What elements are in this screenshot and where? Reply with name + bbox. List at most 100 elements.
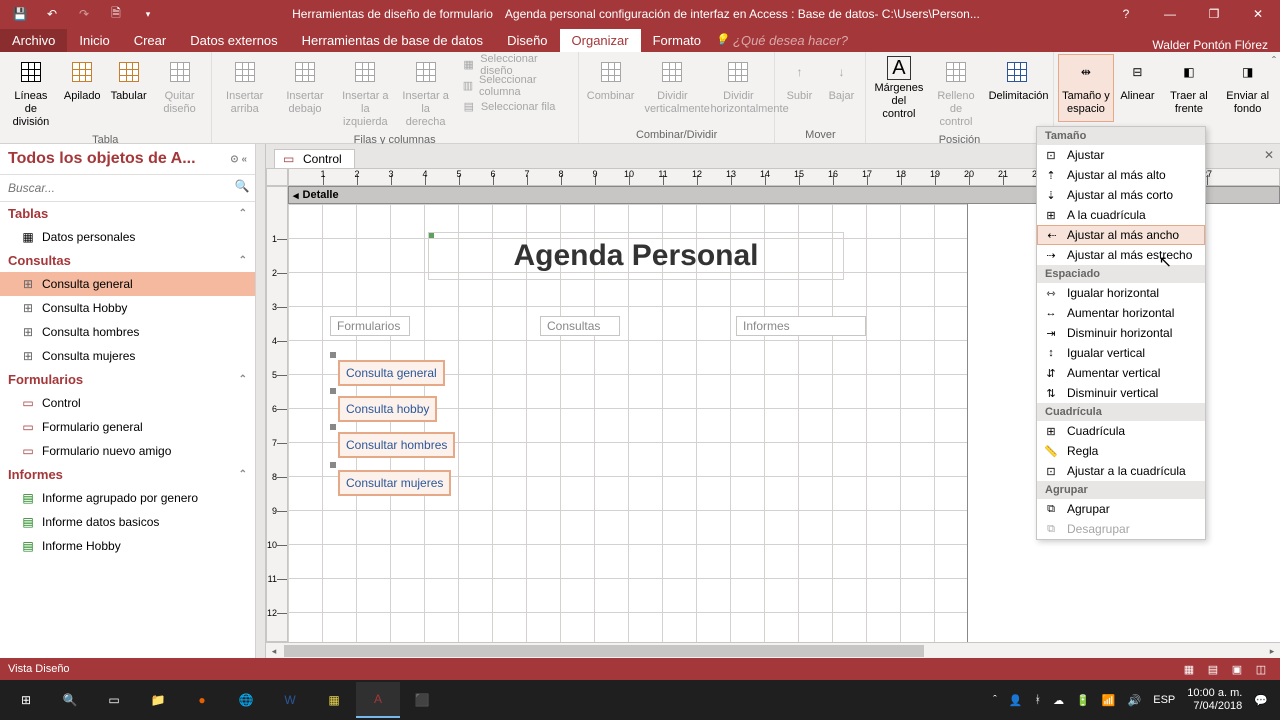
menu-increase-h[interactable]: ↔Aumentar horizontal [1037, 303, 1205, 323]
menu-snap-grid[interactable]: ⊡Ajustar a la cuadrícula [1037, 461, 1205, 481]
file-explorer-button[interactable]: 📁 [136, 682, 180, 718]
menu-to-grid[interactable]: ⊞A la cuadrícula [1037, 205, 1205, 225]
menu-decrease-v[interactable]: ⇅Disminuir vertical [1037, 383, 1205, 403]
onedrive-icon[interactable]: ☁ [1053, 694, 1064, 707]
button-control[interactable]: Consultar hombres [338, 432, 455, 458]
nav-item-report[interactable]: ▤Informe datos basicos [0, 510, 255, 534]
menu-widest[interactable]: ⇠Ajustar al más ancho [1037, 225, 1205, 245]
tell-me-search[interactable]: ¿Qué desea hacer? [713, 29, 860, 52]
tab-home[interactable]: Inicio [67, 29, 121, 52]
label-control[interactable]: Consultas [540, 316, 620, 336]
design-view-button[interactable]: ◫ [1250, 660, 1272, 678]
label-control[interactable]: Formularios [330, 316, 410, 336]
scroll-thumb[interactable] [284, 645, 924, 657]
form-detail-section[interactable]: Agenda Personal Formularios Consultas In… [288, 204, 968, 642]
ruler-vertical[interactable]: 123456789101112 [266, 186, 288, 642]
size-space-button[interactable]: ⇹Tamaño y espacio [1058, 54, 1115, 122]
tab-external[interactable]: Datos externos [178, 29, 289, 52]
form-title-label[interactable]: Agenda Personal [428, 232, 844, 280]
people-icon[interactable]: 👤 [1009, 694, 1023, 707]
wifi-icon[interactable]: 📶 [1102, 694, 1116, 707]
menu-group[interactable]: ⧉Agrupar [1037, 499, 1205, 519]
notes-button[interactable]: ▦ [312, 682, 356, 718]
selection-handle[interactable] [330, 462, 336, 468]
menu-decrease-h[interactable]: ⇥Disminuir horizontal [1037, 323, 1205, 343]
navpane-toggle[interactable] [256, 144, 266, 658]
layout-view-button[interactable]: ▣ [1226, 660, 1248, 678]
search-input[interactable] [4, 179, 233, 197]
nav-item-form[interactable]: ▭Formulario nuevo amigo [0, 439, 255, 463]
menu-equal-v[interactable]: ↕Igualar vertical [1037, 343, 1205, 363]
gridlines-button[interactable]: Líneas de división [4, 54, 58, 132]
nav-dropdown-icon[interactable]: ⊙ « [230, 154, 247, 165]
tabular-button[interactable]: Tabular [107, 54, 151, 122]
search-icon[interactable]: 🔍 [233, 179, 251, 197]
nav-group-reports[interactable]: Informes⌃ [0, 463, 255, 486]
tab-create[interactable]: Crear [122, 29, 179, 52]
nav-group-queries[interactable]: Consultas⌃ [0, 249, 255, 272]
word-button[interactable]: W [268, 682, 312, 718]
clock[interactable]: 10:00 a. m. 7/04/2018 [1187, 687, 1242, 713]
search-button[interactable]: 🔍 [48, 682, 92, 718]
app-button[interactable]: ⬛ [400, 682, 444, 718]
menu-shortest[interactable]: ⇣Ajustar al más corto [1037, 185, 1205, 205]
nav-item-table[interactable]: ▦Datos personales [0, 225, 255, 249]
send-back-button[interactable]: ◨Enviar al fondo [1219, 54, 1276, 122]
bluetooth-icon[interactable]: ᚼ [1035, 694, 1042, 706]
selection-handle[interactable] [330, 424, 336, 430]
nav-item-report[interactable]: ▤Informe Hobby [0, 534, 255, 558]
volume-icon[interactable]: 🔊 [1128, 694, 1142, 707]
nav-item-report[interactable]: ▤Informe agrupado por genero [0, 486, 255, 510]
menu-ruler[interactable]: 📏Regla [1037, 441, 1205, 461]
tray-up-icon[interactable]: ˆ [993, 694, 997, 706]
label-control[interactable]: Informes [736, 316, 866, 336]
menu-equal-h[interactable]: ⇿Igualar horizontal [1037, 283, 1205, 303]
datasheet-view-button[interactable]: ▤ [1202, 660, 1224, 678]
tab-dbtools[interactable]: Herramientas de base de datos [290, 29, 495, 52]
button-control[interactable]: Consulta general [338, 360, 445, 386]
nav-item-query[interactable]: ⊞Consulta mujeres [0, 344, 255, 368]
notifications-icon[interactable]: 💬 [1254, 694, 1268, 707]
menu-tallest[interactable]: ⇡Ajustar al más alto [1037, 165, 1205, 185]
scroll-left-arrow[interactable]: ◂ [266, 644, 282, 658]
menu-grid[interactable]: ⊞Cuadrícula [1037, 421, 1205, 441]
tab-format[interactable]: Formato [641, 29, 713, 52]
stacked-button[interactable]: Apilado [60, 54, 105, 122]
nav-group-forms[interactable]: Formularios⌃ [0, 368, 255, 391]
menu-narrowest[interactable]: ⇢Ajustar al más estrecho [1037, 245, 1205, 265]
ribbon-collapse-button[interactable]: ˆ [1272, 54, 1276, 68]
nav-header[interactable]: Todos los objetos de A... [8, 150, 230, 168]
button-control[interactable]: Consulta hobby [338, 396, 437, 422]
nav-item-query[interactable]: ⊞Consulta Hobby [0, 296, 255, 320]
close-document-button[interactable]: ✕ [1264, 148, 1274, 162]
restore-button[interactable]: ❐ [1192, 0, 1236, 28]
task-view-button[interactable]: ▭ [92, 682, 136, 718]
nav-item-query[interactable]: ⊞Consulta general [0, 272, 255, 296]
minimize-button[interactable]: — [1148, 0, 1192, 28]
document-tab[interactable]: ▭ Control [274, 149, 355, 168]
new-button[interactable]: 🗎 [102, 2, 130, 26]
chrome-button[interactable]: 🌐 [224, 682, 268, 718]
undo-button[interactable]: ↶ [38, 2, 66, 26]
help-button[interactable]: ? [1104, 0, 1148, 28]
close-button[interactable]: ✕ [1236, 0, 1280, 28]
qat-customize-button[interactable]: ▾ [134, 2, 162, 26]
control-margins-button[interactable]: AMárgenes del control [870, 54, 927, 124]
menu-increase-v[interactable]: ⇵Aumentar vertical [1037, 363, 1205, 383]
language-indicator[interactable]: ESP [1153, 694, 1175, 706]
tab-file[interactable]: Archivo [0, 29, 67, 52]
button-control[interactable]: Consultar mujeres [338, 470, 451, 496]
save-button[interactable]: 💾 [6, 2, 34, 26]
start-button[interactable]: ⊞ [4, 682, 48, 718]
tab-design[interactable]: Diseño [495, 29, 559, 52]
align-button[interactable]: ⊟Alinear [1116, 54, 1158, 122]
anchoring-button[interactable]: Delimitación [985, 54, 1049, 122]
scroll-right-arrow[interactable]: ▸ [1264, 644, 1280, 658]
redo-button[interactable]: ↷ [70, 2, 98, 26]
ruler-corner[interactable] [266, 168, 288, 186]
bring-front-button[interactable]: ◧Traer al frente [1161, 54, 1218, 122]
selection-handle[interactable] [330, 352, 336, 358]
menu-fit[interactable]: ⊡Ajustar [1037, 145, 1205, 165]
nav-item-query[interactable]: ⊞Consulta hombres [0, 320, 255, 344]
tab-arrange[interactable]: Organizar [560, 29, 641, 52]
